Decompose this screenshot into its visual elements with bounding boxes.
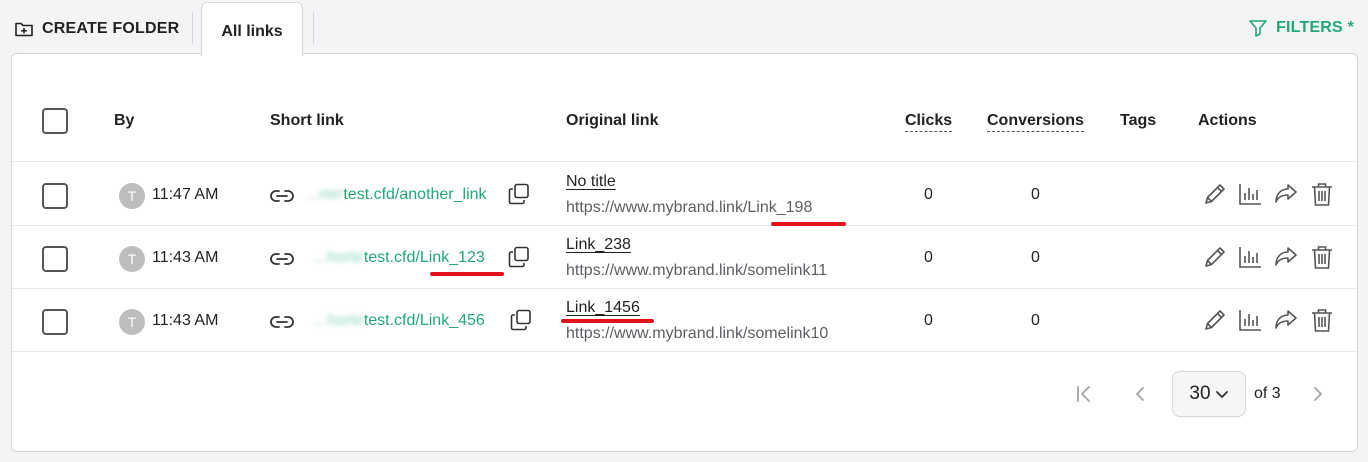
per-page-value: 30 xyxy=(1189,383,1211,404)
short-link[interactable]: ...rtertest.cfd/another_link xyxy=(306,186,487,204)
prev-page-icon[interactable] xyxy=(1128,382,1152,406)
share-icon xyxy=(1275,184,1297,203)
per-page-select[interactable]: 30 xyxy=(1172,371,1246,417)
created-time: 11:47 AM xyxy=(152,186,219,203)
created-time: 11:43 AM xyxy=(152,249,219,266)
page-count-label: of 3 xyxy=(1254,385,1281,402)
edit-icon xyxy=(1205,310,1225,330)
table-row: T 11:47 AM ...rtertest.cfd/another_link … xyxy=(12,163,1357,226)
filters-label: FILTERS * xyxy=(1276,19,1354,36)
original-link-url: https://www.mybrand.link/somelink11 xyxy=(566,262,828,279)
edit-icon xyxy=(1205,184,1225,204)
column-actions: Actions xyxy=(1198,112,1257,129)
filter-icon xyxy=(1249,20,1267,37)
divider xyxy=(192,12,193,44)
highlight-underline xyxy=(771,222,846,226)
short-link-masked-domain: ...horte xyxy=(314,249,364,266)
clicks-count: 0 xyxy=(924,186,933,203)
chevron-down-icon xyxy=(1215,391,1228,398)
column-clicks[interactable]: Clicks xyxy=(905,112,953,132)
filters-button[interactable]: FILTERS * xyxy=(1248,18,1354,38)
table-row: T 11:43 AM ...hortetest.cfd/Link_456 Lin… xyxy=(12,289,1357,352)
stats-button[interactable] xyxy=(1237,181,1263,207)
link-icon[interactable] xyxy=(269,186,295,206)
trash-icon xyxy=(1312,309,1332,332)
folder-plus-icon xyxy=(15,22,33,37)
copy-icon[interactable] xyxy=(507,182,531,206)
short-link-text: test.cfd/Link_456 xyxy=(363,312,485,329)
stats-icon xyxy=(1239,310,1261,331)
column-short-link: Short link xyxy=(270,112,344,129)
delete-button[interactable] xyxy=(1309,307,1335,333)
created-time: 11:43 AM xyxy=(152,312,219,329)
delete-button[interactable] xyxy=(1309,181,1335,207)
clicks-count: 0 xyxy=(924,312,933,329)
row-checkbox[interactable] xyxy=(42,183,68,209)
conversions-count: 0 xyxy=(1031,249,1040,266)
short-link-text: test.cfd/another_link xyxy=(343,186,487,203)
edit-button[interactable] xyxy=(1202,181,1228,207)
original-link-url: https://www.mybrand.link/Link_198 xyxy=(566,199,813,216)
top-toolbar: CREATE FOLDER All links FILTERS * xyxy=(0,0,1368,56)
table-row: T 11:43 AM ...hortetest.cfd/Link_123 Lin… xyxy=(12,226,1357,289)
share-icon xyxy=(1275,310,1297,329)
column-conversions[interactable]: Conversions xyxy=(987,112,1084,132)
column-original-link: Original link xyxy=(566,112,659,129)
tab-all-links[interactable]: All links xyxy=(201,2,303,56)
short-link-text: test.cfd/Link_123 xyxy=(363,249,485,266)
highlight-underline xyxy=(561,319,654,323)
share-button[interactable] xyxy=(1273,244,1299,270)
edit-button[interactable] xyxy=(1202,244,1228,270)
original-link-url: https://www.mybrand.link/somelink10 xyxy=(566,325,829,342)
link-icon[interactable] xyxy=(269,249,295,269)
clicks-count: 0 xyxy=(924,249,933,266)
next-page-icon[interactable] xyxy=(1306,382,1330,406)
select-all-checkbox[interactable] xyxy=(42,108,68,134)
link-icon[interactable] xyxy=(269,312,295,332)
edit-icon xyxy=(1205,247,1225,267)
avatar: T xyxy=(119,246,145,272)
short-link[interactable]: ...hortetest.cfd/Link_456 xyxy=(314,312,485,330)
create-folder-label: CREATE FOLDER xyxy=(42,20,180,37)
avatar: T xyxy=(119,309,145,335)
share-button[interactable] xyxy=(1273,307,1299,333)
original-link-title[interactable]: Link_238 xyxy=(566,236,631,254)
create-folder-button[interactable]: CREATE FOLDER xyxy=(14,18,179,40)
stats-button[interactable] xyxy=(1237,307,1263,333)
row-checkbox[interactable] xyxy=(42,246,68,272)
divider xyxy=(313,12,314,44)
highlight-underline xyxy=(430,272,504,276)
stats-icon xyxy=(1239,247,1261,268)
trash-icon xyxy=(1312,246,1332,269)
edit-button[interactable] xyxy=(1202,307,1228,333)
column-by: By xyxy=(114,112,135,129)
conversions-count: 0 xyxy=(1031,186,1040,203)
row-checkbox[interactable] xyxy=(42,309,68,335)
column-tags: Tags xyxy=(1120,112,1157,129)
original-link-title[interactable]: No title xyxy=(566,173,616,191)
share-icon xyxy=(1275,247,1297,266)
short-link[interactable]: ...hortetest.cfd/Link_123 xyxy=(314,249,485,267)
trash-icon xyxy=(1312,183,1332,206)
stats-button[interactable] xyxy=(1237,244,1263,270)
copy-icon[interactable] xyxy=(509,308,533,332)
short-link-masked-domain: ...rter xyxy=(306,186,344,203)
copy-icon[interactable] xyxy=(507,245,531,269)
conversions-count: 0 xyxy=(1031,312,1040,329)
table-header: By Short link Original link Clicks Conve… xyxy=(12,54,1357,162)
delete-button[interactable] xyxy=(1309,244,1335,270)
stats-icon xyxy=(1239,184,1261,205)
avatar: T xyxy=(119,183,145,209)
original-link-title[interactable]: Link_1456 xyxy=(566,299,640,317)
links-table-panel: By Short link Original link Clicks Conve… xyxy=(11,53,1358,452)
share-button[interactable] xyxy=(1273,181,1299,207)
first-page-icon[interactable] xyxy=(1072,382,1096,406)
short-link-masked-domain: ...horte xyxy=(314,312,364,329)
